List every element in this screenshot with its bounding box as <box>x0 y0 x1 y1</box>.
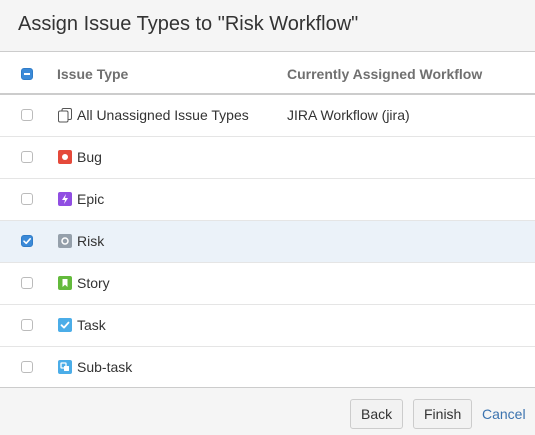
issue-type-label: Task <box>77 317 106 333</box>
unassigned-icon <box>58 108 72 123</box>
row-checkbox[interactable] <box>21 361 33 373</box>
issue-types-table: Issue Type Currently Assigned Workflow A… <box>0 53 535 389</box>
table-row[interactable]: Risk <box>0 221 535 263</box>
epic-icon <box>58 192 72 206</box>
table-row[interactable]: Task <box>0 305 535 347</box>
table-header: Issue Type Currently Assigned Workflow <box>0 53 535 95</box>
assign-issue-types-dialog: Assign Issue Types to "Risk Workflow" Is… <box>0 0 535 435</box>
story-icon <box>58 276 72 290</box>
row-checkbox[interactable] <box>21 109 33 121</box>
column-header-workflow: Currently Assigned Workflow <box>287 66 483 82</box>
dialog-title: Assign Issue Types to "Risk Workflow" <box>18 13 359 35</box>
table-row[interactable]: Story <box>0 263 535 305</box>
column-header-issue-type: Issue Type <box>57 66 129 82</box>
table-row[interactable]: Sub-task <box>0 347 535 389</box>
finish-button[interactable]: Finish <box>413 399 472 429</box>
cancel-link[interactable]: Cancel <box>482 406 526 422</box>
workflow-label: JIRA Workflow (jira) <box>287 107 410 123</box>
row-checkbox[interactable] <box>21 235 33 247</box>
table-row[interactable]: All Unassigned Issue Types JIRA Workflow… <box>0 95 535 137</box>
bug-icon <box>58 150 72 164</box>
table-row[interactable]: Bug <box>0 137 535 179</box>
row-checkbox[interactable] <box>21 193 33 205</box>
row-checkbox[interactable] <box>21 319 33 331</box>
issue-type-label: Epic <box>77 191 105 207</box>
task-icon <box>58 318 72 332</box>
risk-icon <box>58 234 72 248</box>
row-checkbox[interactable] <box>21 151 33 163</box>
dialog-header: Assign Issue Types to "Risk Workflow" <box>0 0 535 52</box>
back-button[interactable]: Back <box>350 399 403 429</box>
subtask-icon <box>58 360 72 374</box>
dialog-footer: Back Finish Cancel <box>0 387 535 435</box>
issue-type-label: All Unassigned Issue Types <box>77 107 249 123</box>
table-row[interactable]: Epic <box>0 179 535 221</box>
row-checkbox[interactable] <box>21 277 33 289</box>
issue-type-label: Sub-task <box>77 359 133 375</box>
issue-type-label: Risk <box>77 233 105 249</box>
issue-type-label: Story <box>77 275 110 291</box>
issue-type-label: Bug <box>77 149 102 165</box>
select-all-checkbox[interactable] <box>21 68 33 80</box>
